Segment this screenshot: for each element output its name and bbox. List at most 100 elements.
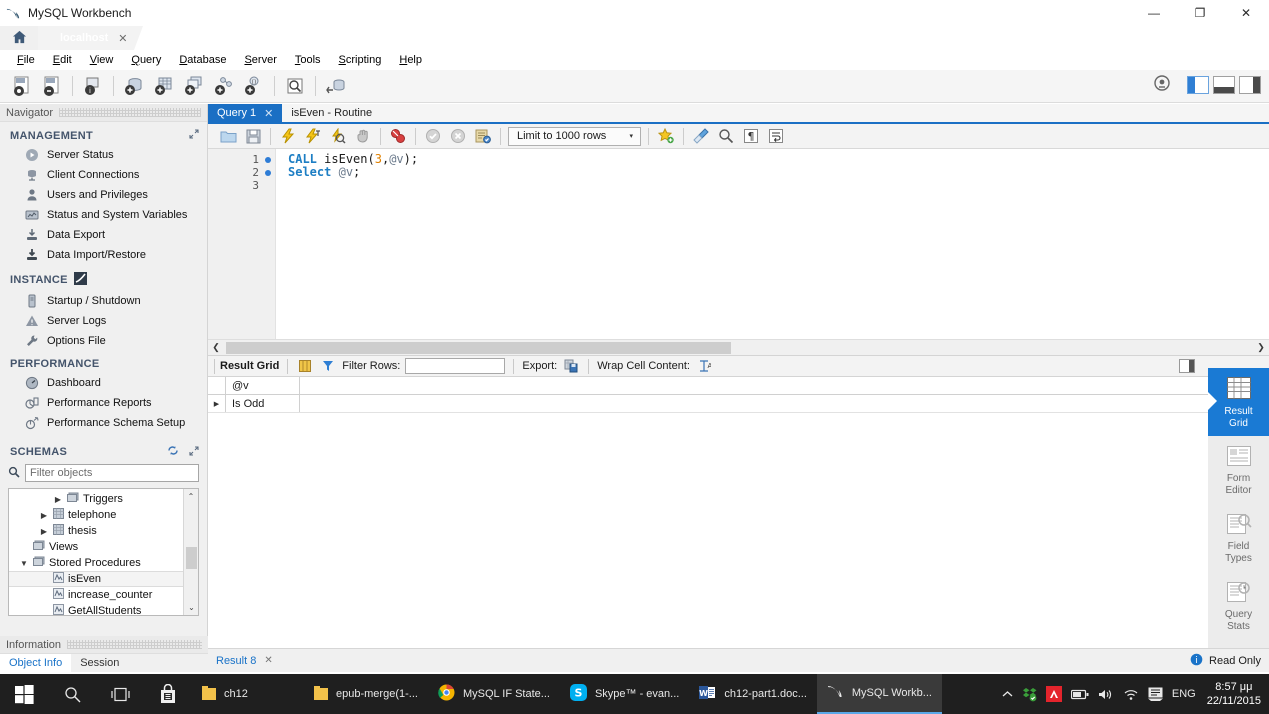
wifi-icon[interactable] bbox=[1123, 688, 1139, 701]
taskbar-app-chrome[interactable]: MySQL IF State... bbox=[428, 674, 560, 714]
close-icon[interactable]: ✕ bbox=[264, 655, 272, 666]
taskbar-search-icon[interactable] bbox=[48, 674, 96, 714]
tab-query-1[interactable]: Query 1 ✕ bbox=[208, 104, 283, 122]
action-center-icon[interactable] bbox=[1147, 687, 1163, 701]
tree-item-thesis[interactable]: ▶ thesis bbox=[9, 523, 198, 539]
stop-query-icon[interactable] bbox=[351, 125, 375, 147]
menu-tools[interactable]: Tools bbox=[286, 52, 330, 68]
filter-objects-input[interactable] bbox=[25, 464, 199, 482]
toggle-autocommit-icon[interactable] bbox=[471, 125, 495, 147]
schema-tree-scrollbar[interactable]: ⌃ ⌄ bbox=[183, 489, 198, 615]
toggle-word-wrap-icon[interactable] bbox=[764, 125, 788, 147]
store-icon[interactable] bbox=[144, 674, 192, 714]
menu-file[interactable]: FFileile bbox=[8, 52, 44, 68]
sql-code-editor[interactable]: 1 2 3 CALL isEven(3,@v); Select @v; bbox=[208, 149, 1269, 339]
tab-isEven-routine[interactable]: isEven - Routine bbox=[282, 104, 382, 122]
sidebar-item-users-privileges[interactable]: Users and Privileges bbox=[0, 185, 207, 205]
new-view-icon[interactable] bbox=[180, 72, 208, 100]
search-data-icon[interactable] bbox=[281, 72, 309, 100]
execute-current-statement-icon[interactable] bbox=[301, 125, 325, 147]
sidebar-item-data-import[interactable]: Data Import/Restore bbox=[0, 245, 207, 265]
show-hidden-icons-icon[interactable] bbox=[1002, 690, 1013, 699]
strip-item-field-types[interactable]: Field Types bbox=[1208, 504, 1269, 572]
sidebar-item-dashboard[interactable]: Dashboard bbox=[0, 373, 207, 393]
tree-item-triggers[interactable]: ▶ Triggers bbox=[9, 491, 198, 507]
sidebar-item-data-export[interactable]: Data Export bbox=[0, 225, 207, 245]
add-snippet-icon[interactable] bbox=[654, 125, 678, 147]
refresh-icon[interactable] bbox=[167, 445, 179, 459]
menu-server[interactable]: Server bbox=[235, 52, 285, 68]
chevron-down-icon[interactable]: ▾ bbox=[624, 132, 638, 140]
taskbar-app-ch12[interactable]: ch12 bbox=[192, 674, 304, 714]
filter-icon[interactable] bbox=[319, 357, 337, 375]
toggle-secondary-sidebar-icon[interactable] bbox=[1239, 75, 1261, 94]
avira-icon[interactable] bbox=[1045, 686, 1062, 702]
commit-transaction-icon[interactable] bbox=[421, 125, 445, 147]
tree-item-telephone[interactable]: ▶ telephone bbox=[9, 507, 198, 523]
tree-item-stored-procedures[interactable]: ▼ Stored Procedures bbox=[9, 555, 198, 571]
scrollbar-thumb[interactable] bbox=[226, 342, 731, 354]
table-row[interactable]: ▶ Is Odd bbox=[208, 395, 1269, 413]
sidebar-item-performance-reports[interactable]: Performance Reports bbox=[0, 393, 207, 413]
sidebar-item-startup-shutdown[interactable]: Startup / Shutdown bbox=[0, 291, 207, 311]
export-icon[interactable] bbox=[562, 357, 580, 375]
sidebar-item-server-status[interactable]: Server Status bbox=[0, 145, 207, 165]
new-function-icon[interactable]: () bbox=[240, 72, 268, 100]
expand-icon[interactable] bbox=[189, 445, 199, 459]
wrap-cell-icon[interactable]: A bbox=[695, 357, 713, 375]
sidebar-item-status-variables[interactable]: Status and System Variables bbox=[0, 205, 207, 225]
minimize-button[interactable]: — bbox=[1131, 0, 1177, 26]
taskbar-app-word[interactable]: W ch12-part1.doc... bbox=[689, 674, 817, 714]
menu-view[interactable]: View bbox=[81, 52, 123, 68]
filter-rows-input[interactable] bbox=[405, 358, 506, 374]
scroll-left-icon[interactable]: ❮ bbox=[208, 342, 224, 353]
row-limit-select[interactable]: Limit to 1000 rows ▾ bbox=[508, 126, 642, 146]
grid-view-icon[interactable] bbox=[296, 357, 314, 375]
strip-item-result-grid[interactable]: Result Grid bbox=[1208, 368, 1269, 436]
taskbar-app-epub-merge[interactable]: epub-merge(1-... bbox=[304, 674, 428, 714]
menu-database[interactable]: Database bbox=[170, 52, 235, 68]
menu-scripting[interactable]: Scripting bbox=[330, 52, 391, 68]
taskbar-app-skype[interactable]: S Skype™ - evan... bbox=[560, 674, 689, 714]
chevron-right-icon[interactable]: ▶ bbox=[39, 511, 49, 520]
tree-item-isEven[interactable]: isEven bbox=[9, 571, 198, 587]
sidebar-item-options-file[interactable]: Options File bbox=[0, 331, 207, 351]
volume-icon[interactable] bbox=[1098, 688, 1114, 701]
open-sql-script-icon[interactable] bbox=[38, 72, 66, 100]
menu-edit[interactable]: Edit bbox=[44, 52, 81, 68]
chevron-down-icon[interactable]: ▼ bbox=[19, 559, 29, 568]
save-script-icon[interactable] bbox=[241, 125, 265, 147]
result-tab-label[interactable]: Result 8 bbox=[216, 655, 256, 667]
tree-item-views[interactable]: Views bbox=[9, 539, 198, 555]
new-procedure-icon[interactable] bbox=[210, 72, 238, 100]
toggle-stop-on-error-icon[interactable] bbox=[386, 125, 410, 147]
tab-object-info[interactable]: Object Info bbox=[0, 654, 72, 672]
rollback-transaction-icon[interactable] bbox=[446, 125, 470, 147]
strip-item-query-stats[interactable]: Query Stats bbox=[1208, 572, 1269, 640]
code-lines[interactable]: CALL isEven(3,@v); Select @v; bbox=[276, 149, 1269, 339]
language-indicator[interactable]: ENG bbox=[1172, 688, 1196, 700]
menu-help[interactable]: Help bbox=[390, 52, 431, 68]
chevron-right-icon[interactable]: ▶ bbox=[53, 495, 63, 504]
maximize-button[interactable]: ❐ bbox=[1177, 0, 1223, 26]
execute-statement-icon[interactable] bbox=[276, 125, 300, 147]
tree-item-GetAllStudents[interactable]: GetAllStudents bbox=[9, 603, 198, 615]
close-icon[interactable]: ✕ bbox=[264, 107, 273, 120]
explain-query-icon[interactable] bbox=[326, 125, 350, 147]
close-button[interactable]: ✕ bbox=[1223, 0, 1269, 26]
scrollbar-track[interactable] bbox=[224, 341, 1253, 354]
close-icon[interactable]: ✕ bbox=[118, 32, 127, 45]
toggle-sidebar-icon[interactable] bbox=[1187, 75, 1209, 94]
new-schema-icon[interactable] bbox=[120, 72, 148, 100]
column-header[interactable]: @v bbox=[226, 377, 300, 394]
strip-item-form-editor[interactable]: Form Editor bbox=[1208, 436, 1269, 504]
taskbar-app-mysql-workbench[interactable]: MySQL Workb... bbox=[816, 674, 942, 714]
scroll-up-icon[interactable]: ⌃ bbox=[184, 489, 198, 504]
scroll-right-icon[interactable]: ❯ bbox=[1253, 342, 1269, 353]
home-tab[interactable] bbox=[0, 26, 38, 50]
toggle-output-icon[interactable] bbox=[1213, 75, 1235, 94]
expand-icon[interactable] bbox=[189, 129, 199, 142]
sidebar-item-server-logs[interactable]: Server Logs bbox=[0, 311, 207, 331]
tab-session[interactable]: Session bbox=[71, 654, 128, 672]
chevron-right-icon[interactable]: ▶ bbox=[39, 527, 49, 536]
